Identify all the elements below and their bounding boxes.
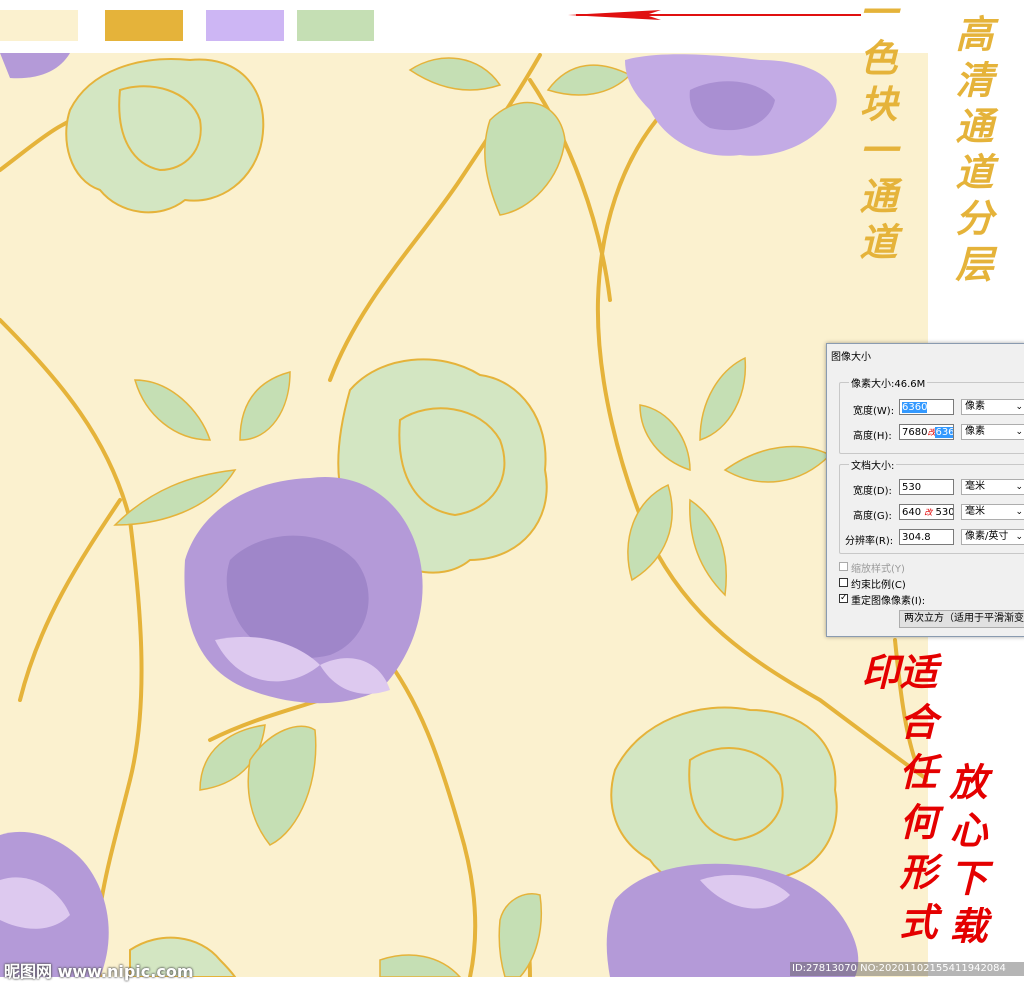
site-watermark: 昵图网 www.nipic.com <box>4 962 194 981</box>
dialog-title: 图像大小 <box>831 352 871 363</box>
chevron-down-icon: ⌄ <box>1015 482 1023 492</box>
chevron-down-icon: ⌄ <box>1015 427 1023 437</box>
resolution-unit-select[interactable]: 像素/英寸 ⌄ <box>961 529 1024 545</box>
print-note: 适合任何形式印 <box>855 652 938 952</box>
resolution-value: 304.8 <box>902 532 931 543</box>
floral-pattern <box>0 53 928 977</box>
height-unit: 像素 <box>965 426 985 437</box>
chevron-down-icon: ⌄ <box>1015 402 1023 412</box>
image-id-watermark: ID:27813070 NO:20201102155411942084 <box>790 962 1024 976</box>
width-unit-select[interactable]: 像素 ⌄ <box>961 399 1024 415</box>
color-channel-note: 一色块一通道 <box>853 0 898 268</box>
pixel-dimensions-label: 像素大小:46.6M <box>849 375 928 390</box>
width-input[interactable]: 6360 <box>899 399 954 415</box>
doc-height-label: 高度(G): <box>853 511 892 522</box>
swatch-gold <box>105 10 183 41</box>
height-label: 高度(H): <box>853 431 892 442</box>
height-input[interactable]: 7680改6360 <box>899 424 954 440</box>
resolution-label: 分辨率(R): <box>845 536 894 547</box>
layer-note: 高清通道分层 <box>949 14 994 290</box>
resample-method: 两次立方（适用于平滑渐变 <box>904 613 1024 624</box>
resolution-input[interactable]: 304.8 <box>899 529 954 545</box>
width-label: 宽度(W): <box>853 406 895 417</box>
width-unit: 像素 <box>965 401 985 412</box>
constrain-proportions-checkbox[interactable] <box>839 578 848 587</box>
resample-method-select[interactable]: 两次立方（适用于平滑渐变 <box>899 610 1024 628</box>
height-value-new: 6360 <box>935 427 953 438</box>
floral-artwork <box>0 53 928 977</box>
swatch-green <box>297 10 374 41</box>
resample-label: 重定图像像素(I): <box>851 596 926 607</box>
doc-width-value: 530 <box>902 482 922 493</box>
doc-height-input[interactable]: 640 改 530 <box>899 504 954 520</box>
constrain-proportions-label: 约束比例(C) <box>851 580 906 591</box>
height-unit-select[interactable]: 像素 ⌄ <box>961 424 1024 440</box>
document-size-label: 文档大小: <box>849 457 897 472</box>
pixel-dimensions-group <box>839 382 1024 454</box>
image-size-dialog: 图像大小 像素大小:46.6M 宽度(W): 6360 像素 ⌄ 高度(H): 7… <box>826 343 1024 637</box>
doc-width-input[interactable]: 530 <box>899 479 954 495</box>
width-value: 6360 <box>902 402 928 413</box>
resolution-unit: 像素/英寸 <box>965 531 1009 542</box>
doc-width-label: 宽度(D): <box>853 486 892 497</box>
swatch-lavender <box>206 10 284 41</box>
scale-styles-checkbox[interactable] <box>839 562 848 571</box>
doc-height-change-mark: 改 <box>924 508 933 517</box>
resample-checkbox[interactable]: ✓ <box>839 594 848 603</box>
doc-height-unit-select[interactable]: 毫米 ⌄ <box>961 504 1024 520</box>
arrow-left-icon <box>568 10 861 20</box>
swatch-cream <box>0 10 78 41</box>
chevron-down-icon: ⌄ <box>1015 507 1023 517</box>
doc-height-value-old: 640 <box>902 507 922 518</box>
doc-width-unit: 毫米 <box>965 481 985 492</box>
chevron-down-icon: ⌄ <box>1015 532 1023 542</box>
height-value-old: 7680 <box>902 427 928 438</box>
scale-styles-label: 缩放样式(Y) <box>851 564 905 575</box>
download-note: 放心下载 <box>943 762 988 954</box>
doc-height-unit: 毫米 <box>965 506 985 517</box>
doc-height-value-new: 530 <box>935 507 954 518</box>
doc-width-unit-select[interactable]: 毫米 ⌄ <box>961 479 1024 495</box>
